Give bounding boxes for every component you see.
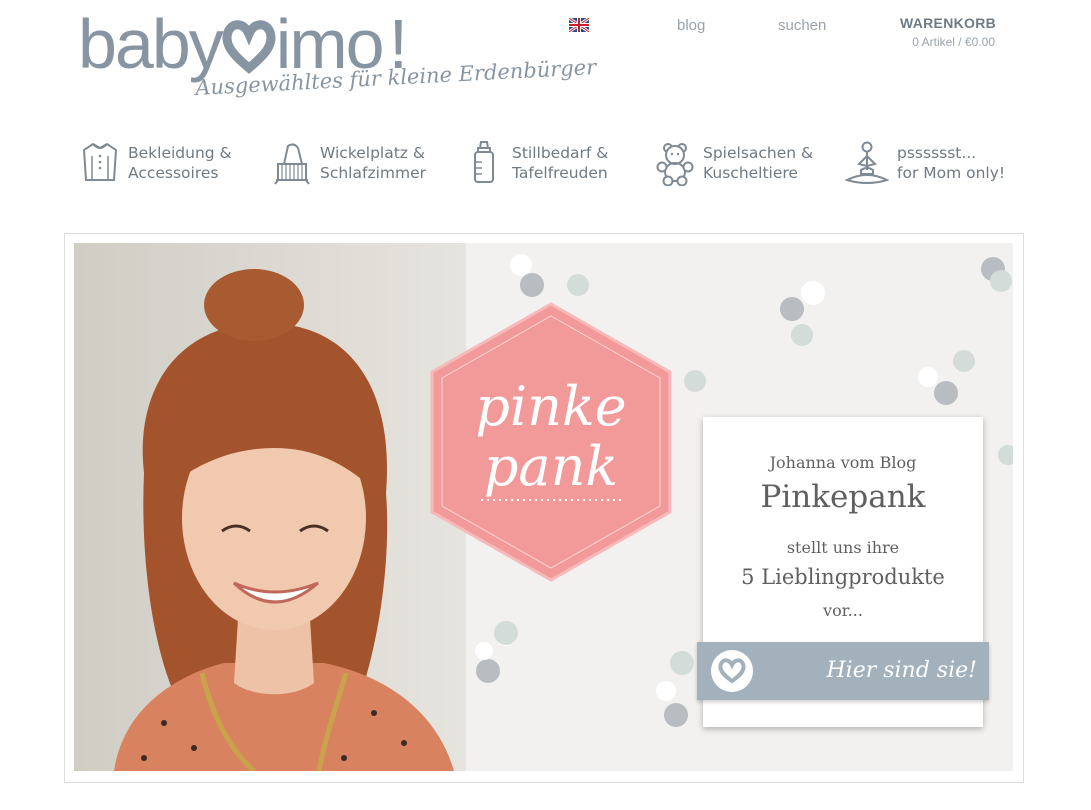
confetti-dot (934, 381, 958, 405)
category-spielsachen[interactable]: Spielsachen & Kuscheltiere (655, 138, 813, 188)
confetti-dot (510, 254, 532, 276)
confetti-dot (520, 273, 544, 297)
hexagon-line2: pank (484, 435, 618, 498)
cta-button[interactable]: Hier sind sie! (697, 642, 989, 700)
portrait-photo (74, 243, 466, 771)
category-label-line1: Bekleidung & (128, 144, 232, 162)
category-label-line1: psssssst... (897, 144, 977, 162)
teddy-bear-icon (656, 143, 694, 186)
confetti-dot (801, 281, 825, 305)
card-line4: 5 Lieblingprodukte (741, 565, 945, 589)
category-label-line1: Stillbedarf & (512, 144, 609, 162)
category-wickelplatz[interactable]: Wickelplatz & Schlafzimmer (272, 138, 426, 188)
category-label-line1: Wickelplatz & (320, 144, 425, 162)
heart-icon (718, 658, 746, 684)
confetti-dot (656, 681, 676, 701)
confetti-dot (998, 445, 1013, 465)
crib-icon (274, 143, 310, 185)
confetti-dot (664, 703, 688, 727)
card-line3: stellt uns ihre (786, 538, 900, 557)
logo-text-left: baby (78, 5, 224, 83)
confetti-dot (476, 659, 500, 683)
confetti-dot (494, 621, 518, 645)
card-line5: vor... (823, 601, 863, 620)
confetti-dot (990, 270, 1012, 292)
category-bekleidung[interactable]: Bekleidung & Accessoires (80, 138, 232, 188)
blog-link[interactable]: blog (677, 17, 705, 34)
confetti-dot (791, 324, 813, 346)
uk-flag-icon[interactable] (569, 18, 589, 32)
confetti-dot (475, 642, 493, 660)
confetti-dot (953, 350, 975, 372)
baby-bottle-icon (474, 141, 494, 183)
category-label-line2: Kuscheltiere (703, 164, 798, 182)
card-title: Pinkepank (760, 479, 926, 515)
cart-title: WARENKORB (900, 15, 997, 31)
category-stillbedarf[interactable]: Stillbedarf & Tafelfreuden (464, 138, 608, 188)
category-label-line2: Schlafzimmer (320, 164, 426, 182)
confetti-dot (567, 274, 589, 296)
cart-info: 0 Artikel / €0.00 (912, 35, 995, 49)
category-label-line2: Tafelfreuden (512, 164, 608, 182)
confetti-dot (918, 367, 938, 387)
category-label-line1: Spielsachen & (703, 144, 814, 162)
yoga-mom-icon (845, 141, 889, 184)
category-label-line2: for Mom only! (897, 164, 1006, 182)
card-line1: Johanna vom Blog (769, 453, 917, 472)
logo-heart-icon (222, 20, 276, 74)
hexagon-line1: pinke (475, 375, 626, 438)
search-link[interactable]: suchen (778, 17, 826, 34)
cart[interactable]: WARENKORB 0 Artikel / €0.00 (900, 15, 997, 49)
category-for-mom[interactable]: psssssst... for Mom only! (845, 138, 1005, 188)
cta-circle (711, 650, 753, 692)
category-label-line2: Accessoires (128, 164, 219, 182)
pinkepank-hexagon-logo: pinke pank (430, 302, 672, 582)
confetti-dot (780, 297, 804, 321)
confetti-dot (684, 370, 706, 392)
cta-label: Hier sind sie! (826, 658, 977, 683)
confetti-dot (670, 651, 694, 675)
dress-icon (82, 142, 118, 181)
